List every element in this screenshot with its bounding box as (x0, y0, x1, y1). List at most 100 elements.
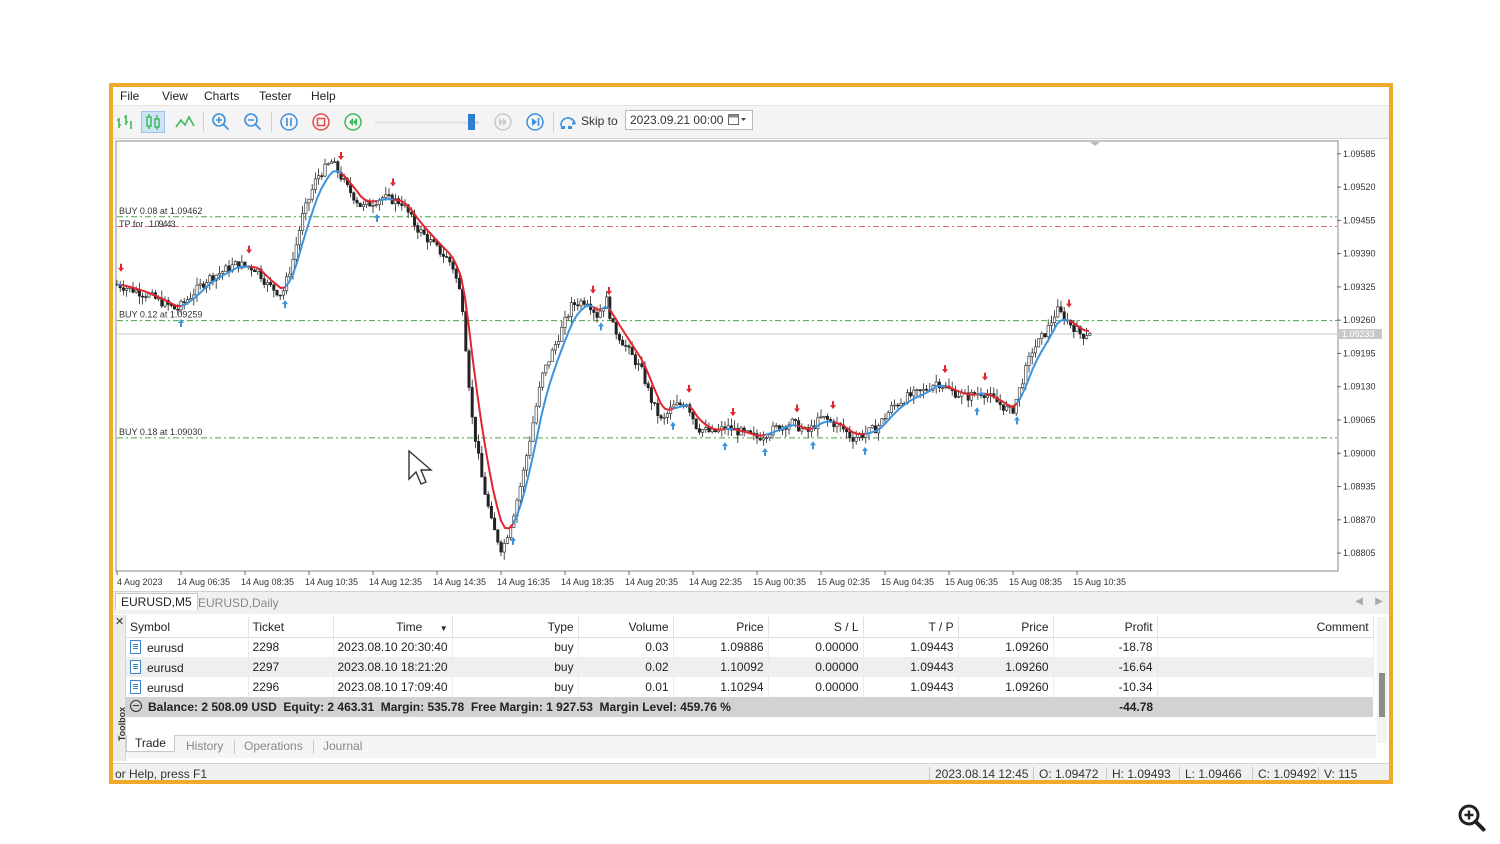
candle-body (275, 289, 279, 296)
tab-history[interactable]: History (186, 739, 223, 753)
candle-body (1053, 316, 1057, 324)
candle-body (147, 293, 151, 298)
skip-to-icon[interactable] (557, 111, 581, 133)
candle-body (793, 418, 797, 421)
candle-body (432, 239, 436, 243)
tab-trade[interactable]: Trade (126, 735, 175, 752)
col-current-price[interactable]: Price (958, 617, 1054, 638)
status-separator (1033, 767, 1034, 780)
tab-scroll-right-icon[interactable]: ▶ (1375, 596, 1383, 607)
col-time[interactable]: Time ▼ (333, 617, 453, 638)
tab-scroll-left-icon[interactable]: ◀ (1355, 596, 1363, 607)
calendar-icon[interactable] (728, 114, 746, 129)
menu-charts[interactable]: Charts (204, 89, 239, 103)
candle-body (521, 469, 525, 487)
candle-body (576, 304, 580, 307)
line-chart-icon[interactable] (173, 111, 197, 133)
col-comment[interactable]: Comment (1157, 617, 1374, 638)
menu-help[interactable]: Help (311, 89, 336, 103)
zoom-magnifier-icon[interactable] (1457, 803, 1487, 838)
col-symbol[interactable]: Symbol (126, 617, 249, 638)
candlestick-icon[interactable] (141, 111, 165, 133)
price-tick-label: 1.08870 (1343, 515, 1376, 525)
col-profit[interactable]: Profit (1053, 617, 1158, 638)
menu-view[interactable]: View (162, 89, 188, 103)
table-row[interactable]: eurusd 2298 2023.08.10 20:30:40 buy 0.03… (126, 637, 1374, 657)
tab-separator (313, 740, 314, 754)
candle-body (985, 395, 989, 399)
candle-body (518, 486, 522, 501)
rewind-icon[interactable] (341, 111, 365, 133)
candle-body (297, 230, 301, 246)
step-icon[interactable] (491, 111, 515, 133)
chart-tab-eurusd-m5[interactable]: EURUSD,M5 (115, 593, 198, 610)
candle-body (1085, 335, 1089, 339)
candle-body (672, 404, 676, 408)
cell-price: 1.10092 (673, 657, 769, 677)
speed-slider[interactable] (375, 114, 479, 130)
candle-body (467, 350, 471, 388)
candle-body (1043, 333, 1047, 338)
tab-operations[interactable]: Operations (244, 739, 303, 753)
menu-file[interactable]: File (120, 89, 139, 103)
col-ticket[interactable]: Ticket (248, 617, 334, 638)
table-scrollbar-thumb[interactable] (1379, 673, 1385, 717)
balance-row[interactable]: Balance: 2 508.09 USD Equity: 2 463.31 M… (126, 697, 1374, 717)
candle-body (227, 265, 231, 272)
candle-body (1081, 333, 1085, 339)
speed-slider-handle[interactable] (467, 114, 475, 130)
time-tick-label: 14 Aug 14:35 (433, 577, 486, 587)
candle-body (1037, 338, 1041, 348)
candle-body (557, 340, 561, 345)
cell-sl: 0.00000 (768, 677, 864, 697)
col-price[interactable]: Price (673, 617, 769, 638)
candle-body (694, 418, 698, 429)
cell-time: 2023.08.10 17:09:40 (333, 677, 453, 697)
table-row[interactable]: eurusd 2296 2023.08.10 17:09:40 buy 0.01… (126, 677, 1374, 697)
skip-end-icon[interactable] (523, 111, 547, 133)
zoom-out-icon[interactable] (241, 111, 265, 133)
menu-tester[interactable]: Tester (259, 89, 292, 103)
price-chart[interactable]: 1.09585 1.09520 1.09455 1.09390 1.09325 1.092… (113, 139, 1389, 591)
pause-icon[interactable] (277, 111, 301, 133)
candle-body (358, 202, 362, 207)
candle-body (569, 302, 573, 317)
candle-body (925, 388, 929, 391)
collapse-icon[interactable] (130, 700, 142, 712)
skip-to-date-input[interactable]: 2023.09.21 00:00 (625, 110, 753, 130)
candle-body (269, 282, 273, 286)
time-tick-label: 15 Aug 02:35 (817, 577, 870, 587)
chart-tab-eurusd-daily[interactable]: EURUSD,Daily (193, 595, 284, 611)
candle-body (633, 354, 637, 365)
col-type[interactable]: Type (452, 617, 579, 638)
col-volume[interactable]: Volume (578, 617, 674, 638)
time-tick-label: 14 Aug 08:35 (241, 577, 294, 587)
time-tick-label: 15 Aug 00:35 (753, 577, 806, 587)
bar-chart-icon[interactable] (113, 111, 137, 133)
candle-body (640, 363, 644, 368)
candle-body (851, 437, 855, 442)
stop-icon[interactable] (309, 111, 333, 133)
chart-canvas[interactable]: 1.09585 1.09520 1.09455 1.09390 1.09325 1.092… (113, 139, 1389, 591)
col-sl[interactable]: S / L (768, 617, 864, 638)
time-tick-label: 14 Aug 16:35 (497, 577, 550, 587)
candle-body (899, 402, 903, 406)
candle-body (595, 312, 599, 318)
candle-body (912, 389, 916, 397)
price-tick-label: 1.09130 (1343, 382, 1376, 392)
candle-body (915, 389, 919, 392)
zoom-in-icon[interactable] (209, 111, 233, 133)
cell-current-price: 1.09260 (958, 677, 1054, 697)
candle-body (921, 388, 925, 392)
candle-body (659, 415, 663, 419)
candle-body (528, 440, 532, 456)
table-row[interactable]: eurusd 2297 2023.08.10 18:21:20 buy 0.02… (126, 657, 1374, 677)
candle-body (1033, 346, 1037, 354)
candle-body (614, 321, 618, 335)
col-tp[interactable]: T / P (863, 617, 959, 638)
candle-body (982, 395, 986, 399)
plot-area (115, 140, 1339, 572)
close-icon[interactable]: ✕ (115, 615, 124, 628)
time-tick-label: 14 Aug 22:35 (689, 577, 742, 587)
tab-journal[interactable]: Journal (323, 739, 362, 753)
